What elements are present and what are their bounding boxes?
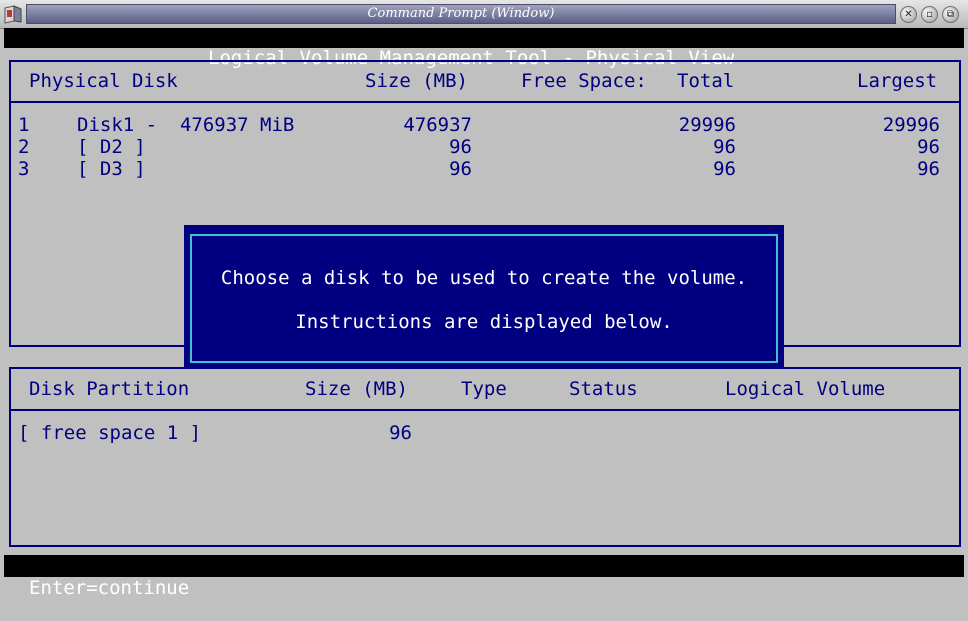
message-dialog[interactable]: Choose a disk to be used to create the v… bbox=[184, 225, 784, 369]
minimize-icon[interactable]: ▫ bbox=[921, 6, 938, 23]
col-logical-volume: Logical Volume bbox=[725, 378, 886, 400]
disk-largest: 29996 bbox=[882, 114, 940, 136]
status-text: Enter=continue bbox=[29, 577, 190, 599]
dialog-instructions: Instructions are displayed below. bbox=[295, 311, 673, 333]
terminal[interactable]: Logical Volume Management Tool - Physica… bbox=[4, 28, 964, 599]
disk-name: Disk1 - 476937 MiB bbox=[77, 114, 295, 136]
disk-largest: 96 bbox=[917, 136, 940, 158]
maximize-icon[interactable]: ⧉ bbox=[942, 6, 959, 23]
disk-total: 29996 bbox=[678, 114, 736, 136]
col-total: Total bbox=[677, 70, 735, 92]
dialog-frame: Choose a disk to be used to create the v… bbox=[190, 234, 778, 363]
disk-total: 96 bbox=[713, 158, 736, 180]
divider bbox=[11, 101, 959, 103]
col-largest: Largest bbox=[857, 70, 938, 92]
disk-index: 3 bbox=[18, 158, 30, 180]
partition-name: [ free space 1 ] bbox=[18, 422, 202, 444]
divider bbox=[11, 409, 959, 411]
dialog-message: Choose a disk to be used to create the v… bbox=[220, 267, 748, 289]
title-bar[interactable]: Command Prompt (Window) ✕ ▫ ⧉ bbox=[0, 0, 968, 29]
disk-size: 96 bbox=[449, 158, 472, 180]
disk-size: 96 bbox=[449, 136, 472, 158]
disk-total: 96 bbox=[713, 136, 736, 158]
partition-size: 96 bbox=[389, 422, 412, 444]
disk-name: [ D2 ] bbox=[77, 136, 146, 158]
close-icon[interactable]: ✕ bbox=[900, 6, 917, 23]
disk-index: 2 bbox=[18, 136, 30, 158]
disk-size: 476937 bbox=[403, 114, 472, 136]
col-physical-disk: Physical Disk bbox=[29, 70, 178, 92]
disk-largest: 96 bbox=[917, 158, 940, 180]
col-type: Type bbox=[461, 378, 507, 400]
col-free-space: Free Space: bbox=[521, 70, 647, 92]
system-menu-icon[interactable] bbox=[3, 4, 23, 24]
header-bar: Logical Volume Management Tool - Physica… bbox=[4, 28, 964, 68]
disk-name: [ D3 ] bbox=[77, 158, 146, 180]
status-bar: Enter=continue bbox=[4, 555, 964, 599]
col-status: Status bbox=[569, 378, 638, 400]
disk-index: 1 bbox=[18, 114, 30, 136]
col-size: Size (MB) bbox=[365, 70, 468, 92]
col-partition-size: Size (MB) bbox=[305, 378, 408, 400]
col-disk-partition: Disk Partition bbox=[29, 378, 190, 400]
window-title: Command Prompt (Window) bbox=[26, 4, 896, 24]
